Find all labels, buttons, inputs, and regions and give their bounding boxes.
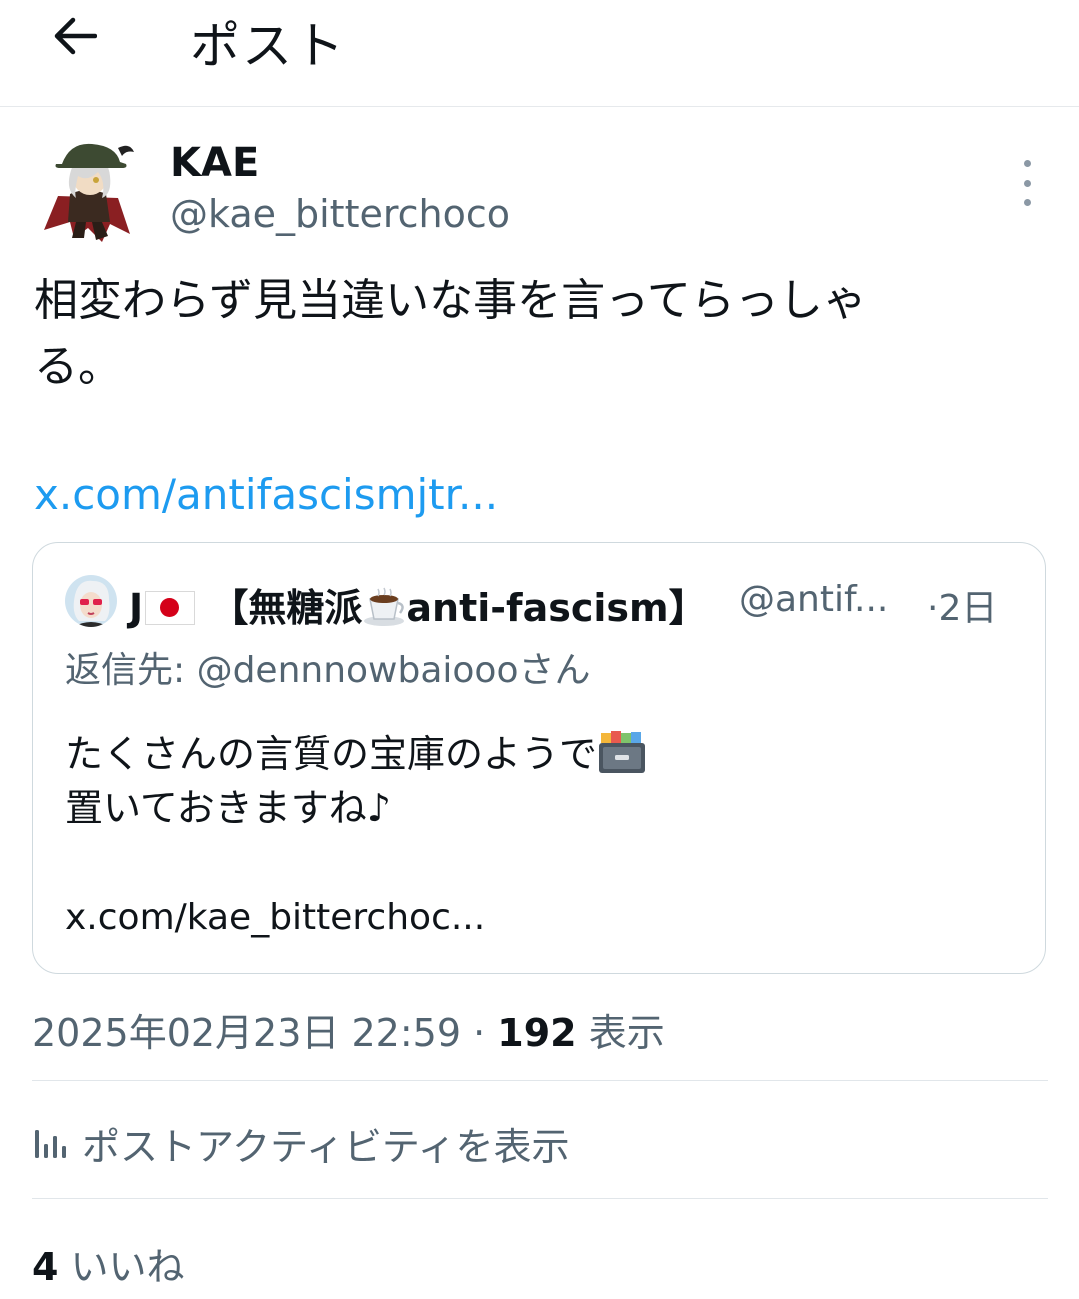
quoted-display-name: J 【無糖派 anti-fascism】 [129, 586, 707, 630]
views-label: 表示 [588, 1011, 665, 1055]
coffee-cup-icon [364, 587, 405, 626]
quoted-handle: @antif... [739, 579, 889, 620]
post-activity-button[interactable]: ポストアクティビティを表示 [32, 1118, 570, 1169]
post-activity-label: ポストアクティビティを表示 [82, 1124, 570, 1169]
analytics-bar-icon [35, 1130, 66, 1158]
japan-flag-icon [145, 591, 196, 625]
arrow-left-icon [54, 17, 97, 55]
more-dots-icon [1023, 160, 1031, 167]
divider [32, 1080, 1048, 1081]
views-count: 192 [497, 1011, 577, 1055]
reply-to-label: 返信先: @dennnowbaioooさん [65, 650, 591, 691]
avatar[interactable] [40, 138, 136, 246]
card-file-box-icon [599, 731, 646, 773]
quoted-avatar [65, 575, 117, 627]
back-button[interactable] [46, 10, 102, 62]
post-meta: 2025年02月23日 22:59 · 192 表示 [32, 1011, 665, 1055]
quoted-post-link[interactable]: x.com/kae_bitterchoc... [65, 897, 485, 938]
post-detail-page: ポスト KAE @kae_bitterchoco 相変わらず見当違いな事を言って… [0, 0, 1079, 1299]
post-link[interactable]: x.com/antifascismjtr... [34, 470, 498, 519]
post-timestamp[interactable]: 2025年02月23日 22:59 [32, 1011, 461, 1055]
quoted-post-text: たくさんの言質の宝庫のようで 置いておきますね♪ [65, 727, 1005, 835]
quoted-timestamp: ·2日 [927, 588, 998, 629]
post-text: 相変わらず見当違いな事を言ってらっしゃ る。 [34, 275, 867, 392]
author-display-name[interactable]: KAE [170, 140, 259, 186]
more-options-button[interactable] [1008, 160, 1046, 206]
header: ポスト [0, 0, 1079, 107]
likes-count[interactable]: 4 いいね [32, 1236, 185, 1291]
divider [32, 1198, 1048, 1199]
author-handle[interactable]: @kae_bitterchoco [170, 192, 510, 236]
quoted-post-card[interactable]: J 【無糖派 anti-fascism】 @antif... ·2日 返信先: @… [32, 542, 1046, 974]
page-title: ポスト [190, 17, 346, 75]
